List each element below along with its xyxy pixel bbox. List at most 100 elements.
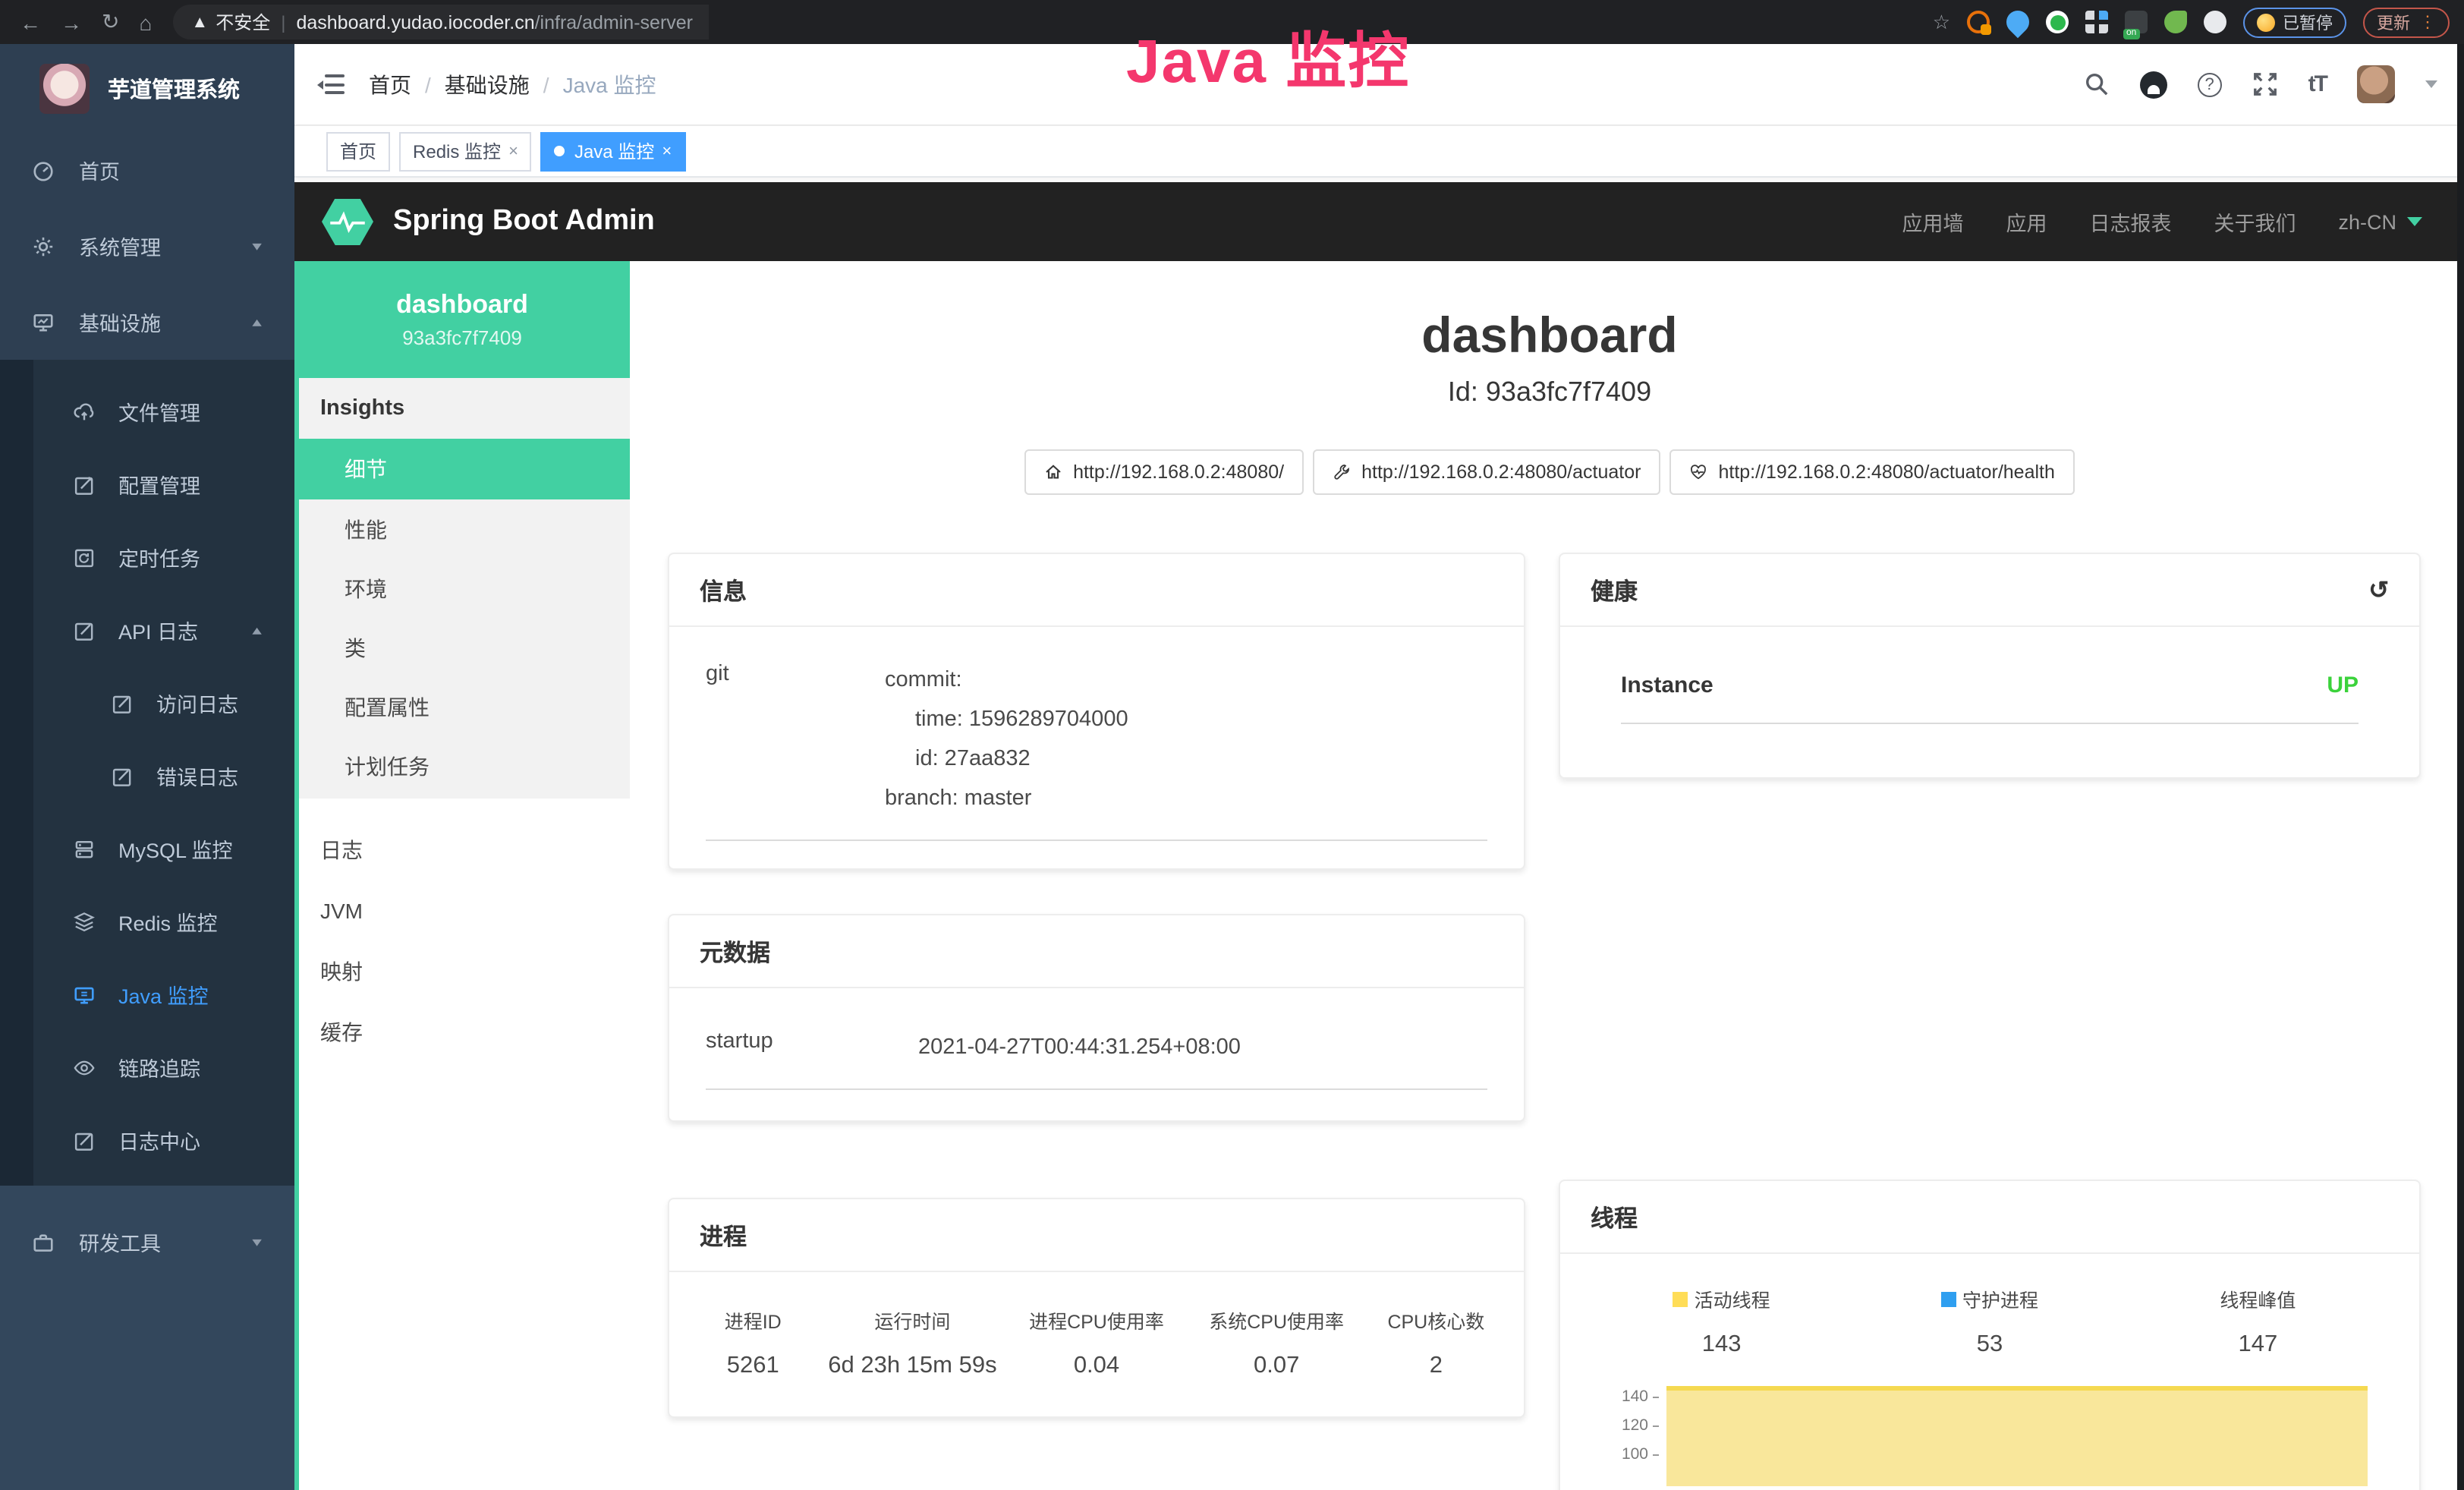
sba-item-details[interactable]: 细节 xyxy=(294,439,630,499)
legend-label: 守护进程 xyxy=(1962,1284,2038,1313)
sba-link-journal[interactable]: 日志报表 xyxy=(2089,206,2171,237)
sidebar-item-access-logs[interactable]: 访问日志 xyxy=(0,666,294,739)
edit-square-icon xyxy=(73,619,96,641)
sidebar-item-scheduled-jobs[interactable]: 定时任务 xyxy=(0,521,294,594)
sba-item-environment[interactable]: 环境 xyxy=(294,559,630,618)
process-card: 进程 进程ID 运行时间 进程CPU使用率 系统CPU使用率 xyxy=(668,1198,1525,1418)
breadcrumb-infrastructure[interactable]: 基础设施 xyxy=(445,69,530,99)
git-time-line: time: 1596289704000 xyxy=(885,700,1128,739)
scrollbar[interactable] xyxy=(2457,44,2464,1490)
reload-icon[interactable]: ↻ xyxy=(102,9,119,35)
y-tick: 120 xyxy=(1603,1412,1648,1441)
sidebar-item-java-monitor[interactable]: Java 监控 xyxy=(0,958,294,1031)
info-git-value: commit: time: 1596289704000 id: 27aa832 … xyxy=(885,660,1128,818)
gauge-icon xyxy=(32,159,55,181)
blue-swatch-icon xyxy=(1941,1291,1956,1306)
sba-page: Spring Boot Admin 应用墙 应用 日志报表 关于我们 zh-CN xyxy=(294,178,2464,1490)
col-process-cpu: 进程CPU使用率 xyxy=(1006,1306,1186,1353)
browser-menu-icon[interactable]: ⋮ xyxy=(2419,12,2436,32)
help-icon[interactable]: ? xyxy=(2198,72,2222,96)
user-avatar[interactable] xyxy=(2357,65,2395,103)
sidebar-item-label: 基础设施 xyxy=(79,307,161,337)
sba-link-applications[interactable]: 应用 xyxy=(2006,206,2047,237)
cards-column-right: 健康 ↺ Instance UP xyxy=(1559,553,2421,1490)
extension-icon-on[interactable] xyxy=(2125,11,2148,33)
sba-item-classes[interactable]: 类 xyxy=(294,618,630,677)
github-icon[interactable] xyxy=(2140,71,2167,98)
close-icon[interactable]: × xyxy=(662,142,672,160)
actuator-url-label: http://192.168.0.2:48080/actuator xyxy=(1361,461,1641,483)
app-title: 芋道管理系统 xyxy=(108,72,240,104)
sidebar-item-config-management[interactable]: 配置管理 xyxy=(0,448,294,521)
chevron-down-icon: ▾ xyxy=(253,1233,263,1250)
sba-section-insights: Insights xyxy=(294,378,630,439)
sba-item-scheduled-tasks[interactable]: 计划任务 xyxy=(294,736,630,795)
sidebar-item-label: 访问日志 xyxy=(156,688,238,718)
extension-icon-pin[interactable] xyxy=(2002,6,2034,38)
sidebar-item-tracing[interactable]: 链路追踪 xyxy=(0,1031,294,1104)
bookmark-star-icon[interactable]: ☆ xyxy=(1933,10,1950,34)
legend-daemon-threads: 守护进程 53 xyxy=(1855,1284,2123,1359)
tab-java-monitor[interactable]: Java 监控 × xyxy=(541,131,685,171)
home-icon[interactable]: ⌂ xyxy=(139,10,152,34)
pencil-square-icon xyxy=(73,1129,96,1151)
health-card-title: 健康 xyxy=(1591,573,1638,606)
hamburger-icon[interactable] xyxy=(317,74,345,94)
avatar-caret-icon[interactable] xyxy=(2425,80,2437,88)
paused-badge[interactable]: 已暂停 xyxy=(2243,7,2346,37)
fullscreen-icon[interactable] xyxy=(2252,71,2278,97)
sba-item-caches[interactable]: 缓存 xyxy=(294,1002,630,1063)
sba-item-metrics[interactable]: 性能 xyxy=(294,499,630,559)
legend-value: 147 xyxy=(2124,1331,2392,1359)
tab-home[interactable]: 首页 xyxy=(326,131,390,171)
sidebar-item-log-center[interactable]: 日志中心 xyxy=(0,1104,294,1177)
sidebar: 芋道管理系统 首页 系统管理 ▾ 基础设施 ▴ xyxy=(0,44,294,1490)
address-bar[interactable]: ▲ 不安全 | dashboard.yudao.iocoder.cn/infra… xyxy=(173,5,708,39)
val-cpu-cores: 2 xyxy=(1367,1353,1506,1380)
sidebar-item-file-management[interactable]: 文件管理 xyxy=(0,375,294,448)
extension-icon-green[interactable] xyxy=(2046,11,2069,33)
sidebar-item-api-logs[interactable]: API 日志 ▴ xyxy=(0,594,294,666)
history-icon[interactable]: ↺ xyxy=(2368,575,2389,605)
legend-value: 53 xyxy=(1855,1331,2123,1359)
extension-icon-leaf[interactable] xyxy=(2164,11,2187,33)
sba-link-about[interactable]: 关于我们 xyxy=(2214,206,2296,237)
heartbeat-icon xyxy=(1689,463,1707,481)
actuator-url-button[interactable]: http://192.168.0.2:48080/actuator xyxy=(1313,449,1660,495)
extension-icon-orange[interactable] xyxy=(1967,11,1990,33)
sba-item-logs[interactable]: 日志 xyxy=(294,820,630,880)
search-icon[interactable] xyxy=(2084,71,2110,97)
close-icon[interactable]: × xyxy=(508,142,518,160)
sba-link-wallboard[interactable]: 应用墙 xyxy=(1902,206,1963,237)
process-card-title: 进程 xyxy=(669,1199,1524,1272)
service-url-button[interactable]: http://192.168.0.2:48080/ xyxy=(1024,449,1304,495)
back-icon[interactable]: ← xyxy=(20,10,41,34)
sidebar-item-label: Redis 监控 xyxy=(118,906,218,937)
sba-item-config-props[interactable]: 配置属性 xyxy=(294,677,630,736)
sidebar-item-infrastructure[interactable]: 基础设施 ▴ xyxy=(0,284,294,360)
sba-instance-header[interactable]: dashboard 93a3fc7f7409 xyxy=(294,261,630,378)
extension-icon-grid[interactable] xyxy=(2085,11,2108,33)
tab-redis-monitor[interactable]: Redis 监控 × xyxy=(399,131,532,171)
font-size-icon[interactable]: tT xyxy=(2308,71,2327,97)
sidebar-item-system[interactable]: 系统管理 ▾ xyxy=(0,208,294,284)
sba-item-jvm[interactable]: JVM xyxy=(294,880,630,941)
breadcrumb-home[interactable]: 首页 xyxy=(369,69,411,99)
sidebar-item-dev-tools[interactable]: 研发工具 ▾ xyxy=(0,1204,294,1280)
sidebar-item-error-logs[interactable]: 错误日志 xyxy=(0,739,294,812)
app-logo-row[interactable]: 芋道管理系统 xyxy=(0,44,294,132)
sba-root-items: 日志 JVM 映射 缓存 xyxy=(294,820,630,1063)
sidebar-item-home[interactable]: 首页 xyxy=(0,132,294,208)
forward-icon[interactable]: → xyxy=(61,10,82,34)
extensions-puzzle-icon[interactable] xyxy=(2204,11,2226,33)
legend-label: 活动线程 xyxy=(1695,1284,1770,1313)
sba-brand-title[interactable]: Spring Boot Admin xyxy=(393,205,655,238)
sba-logo-icon[interactable] xyxy=(322,198,373,245)
sba-item-mappings[interactable]: 映射 xyxy=(294,941,630,1002)
sidebar-item-redis-monitor[interactable]: Redis 监控 xyxy=(0,885,294,958)
update-button[interactable]: 更新 ⋮ xyxy=(2363,7,2450,37)
health-url-button[interactable]: http://192.168.0.2:48080/actuator/health xyxy=(1669,449,2074,495)
locale-selector[interactable]: zh-CN xyxy=(2338,210,2422,233)
sidebar-item-mysql-monitor[interactable]: MySQL 监控 xyxy=(0,812,294,885)
emoji-icon xyxy=(2257,13,2275,31)
